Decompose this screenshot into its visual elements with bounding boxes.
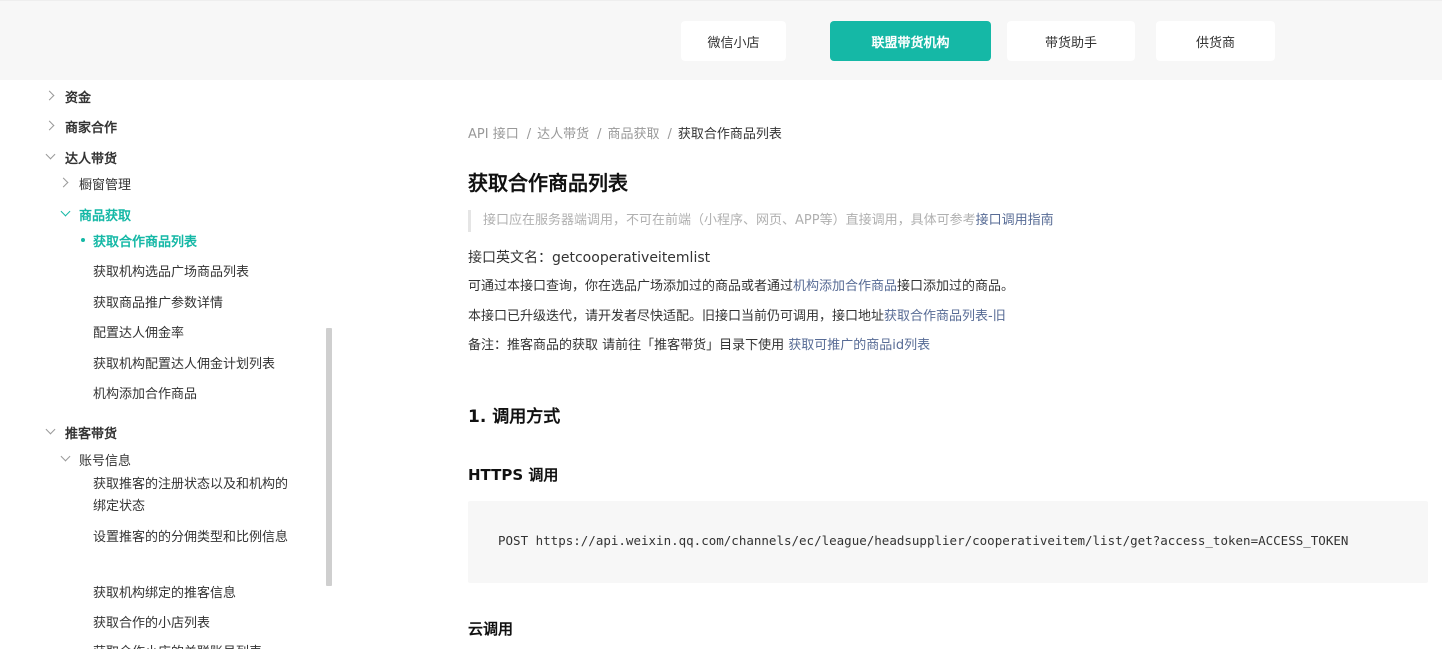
add-cooperative-item-link[interactable]: 机构添加合作商品 [793,279,897,294]
paragraph-remark: 备注：推客商品的获取 请前往「推客带货」目录下使用 获取可推广的商品id列表 [468,336,930,356]
chevron-down-icon [45,149,56,160]
notice-text: 接口应在服务器端调用，不可在前端（小程序、网页、APP等）直接调用，具体可参考 [483,213,976,228]
api-guide-link[interactable]: 接口调用指南 [976,213,1054,228]
sidebar-item-commission-plan-list[interactable]: 获取机构配置达人佣金计划列表 [93,353,275,372]
paragraph-upgrade-notice: 本接口已升级迭代，请开发者尽快适配。旧接口当前仍可调用，接口地址获取合作商品列表… [468,307,1006,327]
api-english-name: 接口英文名：getcooperativeitemlist [468,250,711,266]
old-api-link[interactable]: 获取合作商品列表-旧 [884,309,1006,324]
tab-alliance-agency[interactable]: 联盟带货机构 [830,21,991,61]
chevron-down-icon [60,451,71,462]
sidebar-item-cooperative-shop-list[interactable]: 获取合作的小店列表 [93,612,210,631]
sidebar-item-add-cooperative-item[interactable]: 机构添加合作商品 [93,383,197,402]
breadcrumb-item[interactable]: 商品获取 [608,127,660,142]
sidebar-scrollbar[interactable] [326,328,332,586]
sidebar-item-selection-square-list[interactable]: 获取机构选品广场商品列表 [93,261,249,280]
sidebar-item-commission-rate[interactable]: 配置达人佣金率 [93,322,184,341]
sidebar: 资金 商家合作 达人带货 橱窗管理 商品获取 获取合作商品列表 获取机构选品广场… [0,80,325,649]
code-request-url: POST https://api.weixin.qq.com/channels/… [498,533,1349,548]
paragraph-description: 可通过本接口查询，你在选品广场添加过的商品或者通过机构添加合作商品接口添加过的商… [468,277,1014,297]
main-content: API 接口 / 达人带货 / 商品获取 / 获取合作商品列表 获取合作商品列表 接口应在服… [468,80,1428,649]
breadcrumb-item[interactable]: API 接口 [468,127,519,142]
sidebar-item-account-info[interactable]: 账号信息 [79,450,131,469]
chevron-right-icon [44,120,55,131]
sidebar-item-promotion-params[interactable]: 获取商品推广参数详情 [93,292,223,311]
sidebar-item-merchant-cooperation[interactable]: 商家合作 [65,117,117,136]
tab-weixin-shop[interactable]: 微信小店 [681,21,786,61]
section-heading-call-method: 1. 调用方式 [468,407,561,427]
page-title: 获取合作商品列表 [468,171,628,195]
promotable-item-ids-link[interactable]: 获取可推广的商品id列表 [788,338,930,353]
breadcrumb-current: 获取合作商品列表 [677,127,782,142]
breadcrumb-item[interactable]: 达人带货 [537,127,589,142]
sidebar-item-promoter-bind-status[interactable]: 获取推客的注册状态以及和机构的绑定状态 [93,474,298,518]
chevron-right-icon [44,90,55,101]
chevron-down-icon [60,206,71,217]
tab-sales-assistant[interactable]: 带货助手 [1007,21,1135,61]
section-heading-https: HTTPS 调用 [468,466,559,484]
sidebar-item-product-fetch[interactable]: 商品获取 [79,205,131,224]
sidebar-item-promoter-sales[interactable]: 推客带货 [65,423,117,442]
text: 可通过本接口查询，你在选品广场添加过的商品或者通过 [468,279,794,294]
chevron-down-icon [45,424,56,435]
sidebar-item-talent-sales[interactable]: 达人带货 [65,148,117,167]
section-heading-cloud-call: 云调用 [468,620,514,638]
sidebar-item-cooperative-item-list[interactable]: 获取合作商品列表 [93,231,197,250]
sidebar-item-funds[interactable]: 资金 [65,87,91,106]
active-dot-icon [81,238,85,242]
breadcrumb: API 接口 / 达人带货 / 商品获取 / 获取合作商品列表 [468,127,782,142]
top-nav-bar: 微信小店 联盟带货机构 带货助手 供货商 [0,0,1442,80]
chevron-right-icon [58,177,69,188]
server-call-notice: 接口应在服务器端调用，不可在前端（小程序、网页、APP等）直接调用，具体可参考接… [468,210,1054,232]
sidebar-item-shop-linked-accounts[interactable]: 获取合作小店的关联账号列表 [93,641,262,649]
sidebar-item-promoter-commission-type[interactable]: 设置推客的的分佣类型和比例信息 [93,527,298,549]
text: 接口添加过的商品。 [897,279,1015,294]
tab-supplier[interactable]: 供货商 [1156,21,1275,61]
sidebar-item-showcase[interactable]: 橱窗管理 [79,174,131,193]
code-block: POST https://api.weixin.qq.com/channels/… [468,501,1428,583]
text: 备注：推客商品的获取 请前往「推客带货」目录下使用 [468,338,789,353]
sidebar-item-bound-promoter-info[interactable]: 获取机构绑定的推客信息 [93,582,236,601]
text: 本接口已升级迭代，请开发者尽快适配。旧接口当前仍可调用，接口地址 [468,309,885,324]
